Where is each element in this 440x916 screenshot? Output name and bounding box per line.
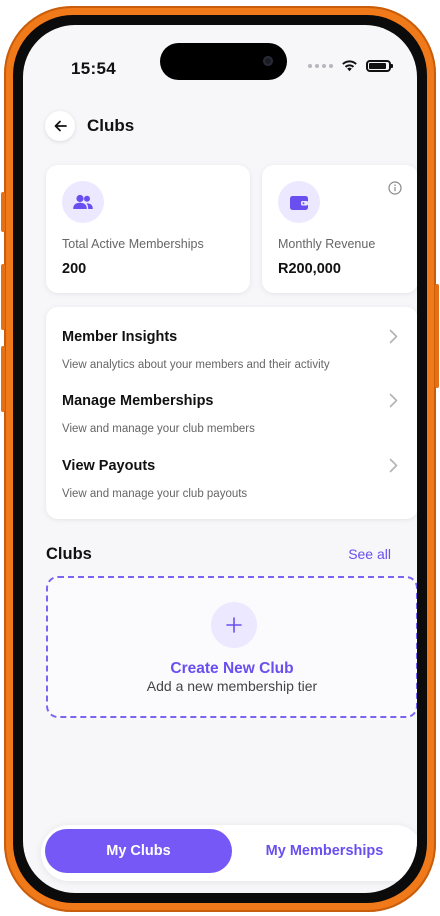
club-actions-menu: Member Insights View analytics about you…: [46, 307, 417, 519]
menu-item-subtitle: View and manage your club payouts: [62, 488, 248, 500]
stat-value: R200,000: [278, 261, 341, 277]
power-button: [435, 284, 439, 388]
camera-icon: [263, 56, 273, 66]
stat-label: Monthly Revenue: [278, 237, 376, 251]
see-all-link[interactable]: See all: [348, 546, 391, 562]
dynamic-island: [160, 43, 287, 80]
status-icons: [308, 59, 393, 72]
menu-item-subtitle: View and manage your club members: [62, 423, 255, 435]
arrow-left-icon: [54, 120, 67, 132]
menu-item-title: Manage Memberships: [62, 393, 214, 409]
info-icon[interactable]: [388, 181, 402, 195]
menu-item-title: Member Insights: [62, 329, 178, 345]
volume-down-button: [1, 346, 5, 412]
signal-dots-icon: [308, 63, 333, 68]
back-button[interactable]: [45, 111, 75, 141]
stat-card-revenue: Monthly Revenue R200,000: [262, 165, 417, 293]
wallet-icon: [278, 181, 320, 223]
tab-my-clubs[interactable]: My Clubs: [45, 829, 232, 873]
chevron-right-icon: [389, 393, 398, 408]
page-title: Clubs: [87, 116, 135, 135]
chevron-right-icon: [389, 458, 398, 473]
menu-item-manage-memberships[interactable]: Manage Memberships View and manage your …: [62, 371, 402, 435]
stat-card-memberships: Total Active Memberships 200: [46, 165, 250, 293]
tab-my-memberships[interactable]: My Memberships: [231, 829, 417, 873]
action-button: [1, 192, 5, 232]
screen: 15:54 Clubs Total Active Memberships 200…: [23, 25, 417, 893]
create-club-title: Create New Club: [170, 660, 294, 677]
stat-label: Total Active Memberships: [62, 237, 204, 251]
stat-value: 200: [62, 261, 87, 277]
battery-icon: [366, 59, 393, 72]
menu-item-view-payouts[interactable]: View Payouts View and manage your club p…: [62, 436, 402, 500]
phone-frame: 15:54 Clubs Total Active Memberships 200…: [1, 6, 439, 912]
clubs-section-title: Clubs: [46, 545, 92, 563]
volume-up-button: [1, 264, 5, 330]
phone-bezel: 15:54 Clubs Total Active Memberships 200…: [13, 15, 427, 903]
status-time: 15:54: [71, 59, 116, 78]
members-icon: [62, 181, 104, 223]
plus-icon: [211, 602, 257, 648]
menu-item-member-insights[interactable]: Member Insights View analytics about you…: [62, 307, 402, 371]
menu-item-title: View Payouts: [62, 458, 156, 474]
create-club-subtitle: Add a new membership tier: [146, 678, 318, 694]
menu-item-subtitle: View analytics about your members and th…: [62, 359, 330, 371]
create-new-club-button[interactable]: Create New Club Add a new membership tie…: [46, 576, 417, 718]
bottom-tab-bar: My Clubs My Memberships: [41, 825, 417, 881]
chevron-right-icon: [389, 329, 398, 344]
wifi-icon: [342, 60, 357, 72]
